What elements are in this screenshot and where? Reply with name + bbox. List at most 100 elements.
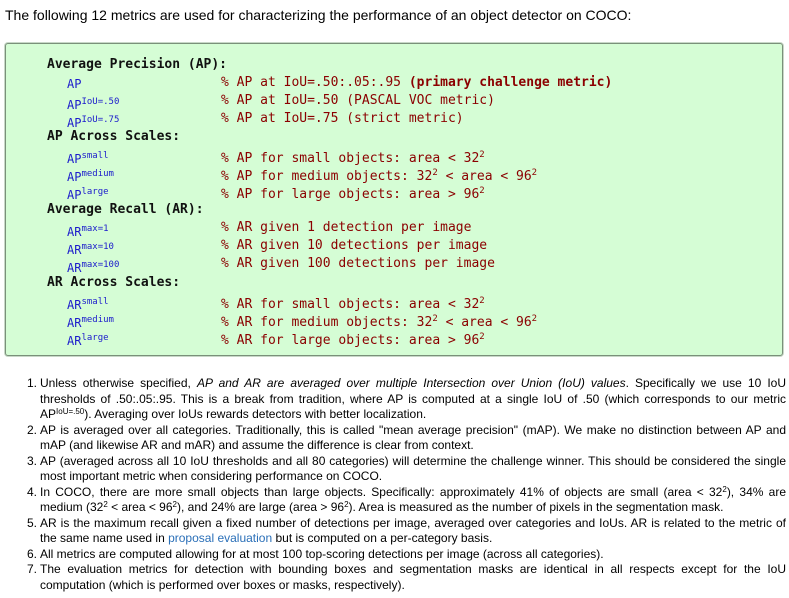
metric-description: % AR for medium objects: 32 2 < area < 96… [221, 311, 537, 331]
superscript: 2 [531, 168, 538, 178]
metric-description: % AR for large objects: area > 962 [221, 329, 485, 349]
metric-name-qualifier: medium [81, 315, 114, 325]
superscript: 2 [479, 150, 485, 160]
note-number: 7. [27, 562, 38, 576]
metric-name-base: AR [67, 298, 82, 312]
metric-description-text: % AP for medium objects: 32 [221, 169, 433, 184]
metric-name-base: AR [67, 225, 82, 239]
proposal-evaluation-link[interactable]: proposal evaluation [168, 531, 272, 545]
note-text: All metrics are computed allowing for at… [40, 546, 604, 561]
metric-name-qualifier: medium [81, 169, 114, 179]
metric-description: % AP for medium objects: 32 2 < area < 96… [221, 165, 537, 185]
metric-description-text: % AP at IoU=.50:.05:.95 [221, 75, 402, 90]
metric-description-text: % AR given 1 detection per image [221, 220, 472, 235]
metric-description: % AR given 1 detection per image [221, 220, 471, 236]
metric-name-qualifier: max=1 [81, 224, 109, 234]
metric-name: ARmax=10 [67, 239, 114, 258]
metric-description: % AP for large objects: area > 962 [221, 183, 485, 203]
metric-section-heading: AR Across Scales: [47, 275, 181, 290]
superscript: 2 [531, 314, 538, 324]
metric-name-base: AR [67, 243, 82, 257]
metric-name-qualifier: max=100 [81, 260, 120, 270]
metric-name-qualifier: IoU=.50 [81, 97, 120, 107]
metric-name: APmedium [67, 166, 114, 185]
metric-name-qualifier: small [81, 151, 109, 161]
note-text: < area < 96 [107, 500, 173, 514]
note-item: 5. AR is the maximum recall given a fixed… [27, 516, 786, 547]
note-number: 4. [27, 484, 38, 499]
metric-name-base: AP [67, 152, 82, 166]
metrics-box: Average Precision (AP): AP % AP at IoU=.50… [5, 43, 783, 356]
metric-description: % AR for small objects: area < 322 [221, 293, 485, 313]
notes-list: 1. Unless otherwise specified, AP and AR … [27, 376, 786, 593]
note-item: 6. All metrics are computed allowing for … [27, 546, 786, 563]
note-text: ). Averaging over IoUs rewards detectors… [84, 407, 427, 421]
metric-name-base: AP [67, 116, 82, 130]
metric-section-heading: Average Precision (AP): [47, 57, 228, 72]
metric-description: % AR given 10 detections per image [221, 238, 487, 254]
note-item: 1. Unless otherwise specified, AP and AR … [27, 376, 786, 423]
superscript: 2 [479, 332, 485, 342]
metric-description-text: % AR for small objects: area < 32 [221, 297, 480, 312]
metric-section-heading: AP Across Scales: [47, 129, 181, 144]
note-text: but is computed on a per-category basis. [272, 531, 493, 545]
metric-description-text: % AP for large objects: area > 96 [221, 187, 480, 202]
note-number: 2. [27, 422, 38, 437]
superscript: 2 [479, 296, 485, 306]
note-text: The evaluation metrics for detection wit… [40, 562, 786, 592]
metric-name-base: AR [67, 334, 82, 348]
metric-description-text: < area < 96 [437, 315, 532, 330]
metric-name: ARsmall [67, 294, 109, 313]
metric-name: APIoU=.50 [67, 94, 119, 113]
intro-text: The following 12 metrics are used for ch… [5, 7, 632, 23]
metric-name: APsmall [67, 148, 109, 167]
note-item: 2. AP is averaged over all categories. Tr… [27, 422, 786, 454]
metric-name-qualifier: large [81, 187, 109, 197]
metric-description-text: % AR for large objects: area > 96 [221, 333, 480, 348]
note-text: In COCO, there are more small objects th… [40, 484, 723, 499]
metric-name: ARmedium [67, 312, 114, 331]
superscript: 2 [479, 186, 485, 196]
note-item: 3. AP (averaged across all 10 IoU thresho… [27, 453, 786, 485]
note-text: ), and 24% are large (area > 96 [176, 500, 345, 514]
metric-name-base: AP [67, 77, 82, 91]
metric-name-qualifier: small [81, 297, 109, 307]
note-number: 5. [27, 515, 38, 530]
metric-name: ARlarge [67, 330, 109, 349]
note-number: 3. [27, 453, 38, 468]
metric-name-qualifier: IoU=.75 [81, 115, 120, 125]
metric-name-qualifier: large [81, 333, 109, 343]
note-number: 1. [27, 376, 38, 390]
note-item: 4. In COCO, there are more small objects … [27, 484, 786, 516]
metric-name-base: AP [67, 170, 82, 184]
metric-description: % AP for small objects: area < 322 [221, 147, 485, 167]
note-text: ). Area is measured as the number of pix… [348, 500, 724, 514]
metric-name: AP [67, 76, 81, 92]
metric-description: % AP at IoU=.75 (strict metric) [221, 111, 464, 127]
metric-name-qualifier: max=10 [81, 242, 114, 252]
note-text: Unless otherwise specified, [40, 376, 197, 390]
metric-name-base: AR [67, 261, 82, 275]
metric-description: % AP at IoU=.50:.05:.95 (primary challen… [221, 75, 612, 91]
metric-description: % AR given 100 detections per image [221, 256, 495, 272]
metric-description-text: % AR for medium objects: 32 [221, 315, 433, 330]
metric-description-text: % AP at IoU=.75 (strict metric) [221, 111, 464, 126]
metric-section-heading: Average Recall (AR): [47, 202, 204, 217]
metric-description: % AP at IoU=.50 (PASCAL VOC metric) [221, 93, 495, 109]
note-text: AP is averaged over all categories. Trad… [40, 422, 786, 453]
metric-name: ARmax=100 [67, 257, 119, 276]
metric-name-base: AP [67, 98, 82, 112]
metric-name: APlarge [67, 184, 109, 203]
metric-description-text: < area < 96 [437, 169, 532, 184]
note-emphasis: AP and AR are averaged over multiple Int… [196, 376, 626, 390]
metric-description-text: % AP for small objects: area < 32 [221, 151, 480, 166]
metric-name-base: AP [67, 188, 82, 202]
note-item: 7. The evaluation metrics for detection w… [27, 562, 786, 593]
metric-name-base: AR [67, 316, 82, 330]
metric-name: ARmax=1 [67, 221, 109, 240]
note-number: 6. [27, 546, 38, 561]
superscript: IoU=.50 [56, 407, 85, 416]
metric-description-text: % AP at IoU=.50 (PASCAL VOC metric) [221, 93, 495, 108]
note-text: AP (averaged across all 10 IoU threshold… [40, 453, 786, 484]
metric-description-text: % AR given 10 detections per image [221, 238, 488, 253]
